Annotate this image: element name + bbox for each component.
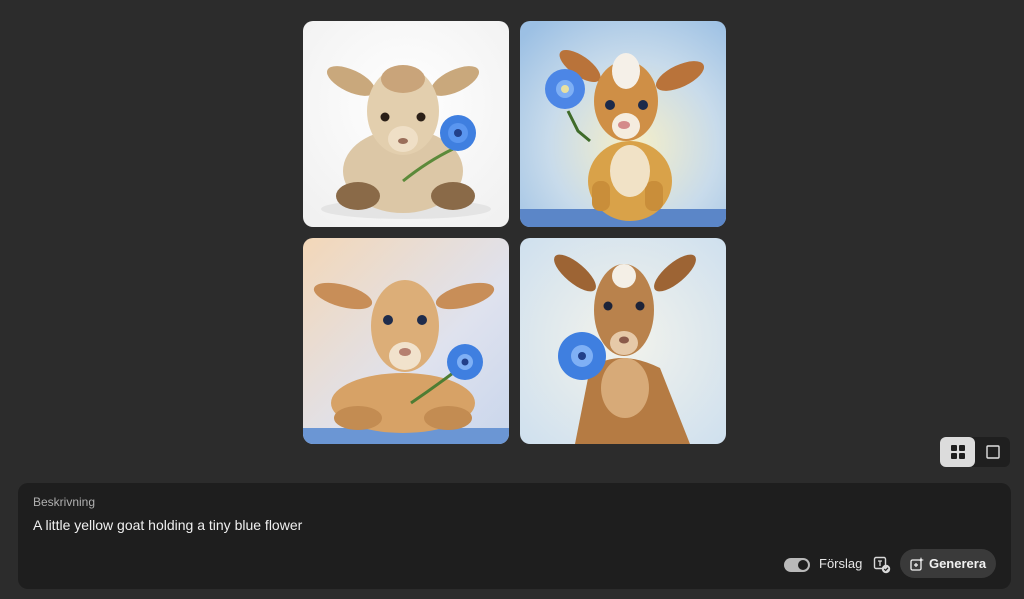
credits-check-icon[interactable] bbox=[873, 556, 891, 574]
prompt-input[interactable]: A little yellow goat holding a tiny blue… bbox=[33, 517, 302, 533]
view-toggle bbox=[940, 437, 1010, 467]
generate-button[interactable]: Generera bbox=[900, 549, 996, 578]
prompt-label: Beskrivning bbox=[33, 495, 96, 509]
generate-sparkle-icon bbox=[910, 556, 924, 571]
suggestions-label: Förslag bbox=[819, 556, 863, 571]
prompt-panel: Beskrivning A little yellow goat holding… bbox=[18, 483, 1011, 589]
single-view-button[interactable] bbox=[975, 437, 1010, 467]
single-view-icon bbox=[985, 445, 1000, 459]
goat-image-3[interactable] bbox=[303, 238, 509, 444]
generate-label: Generera bbox=[928, 556, 987, 571]
suggestions-toggle[interactable] bbox=[784, 558, 810, 572]
image-gallery bbox=[303, 21, 726, 444]
app-window: Beskrivning A little yellow goat holding… bbox=[0, 0, 1024, 599]
toggle-knob bbox=[798, 560, 808, 570]
goat-image-1[interactable] bbox=[303, 21, 509, 227]
grid-view-icon bbox=[950, 445, 965, 459]
grid-view-button[interactable] bbox=[940, 437, 975, 467]
goat-image-2[interactable] bbox=[520, 21, 726, 227]
goat-image-4[interactable] bbox=[520, 238, 726, 444]
